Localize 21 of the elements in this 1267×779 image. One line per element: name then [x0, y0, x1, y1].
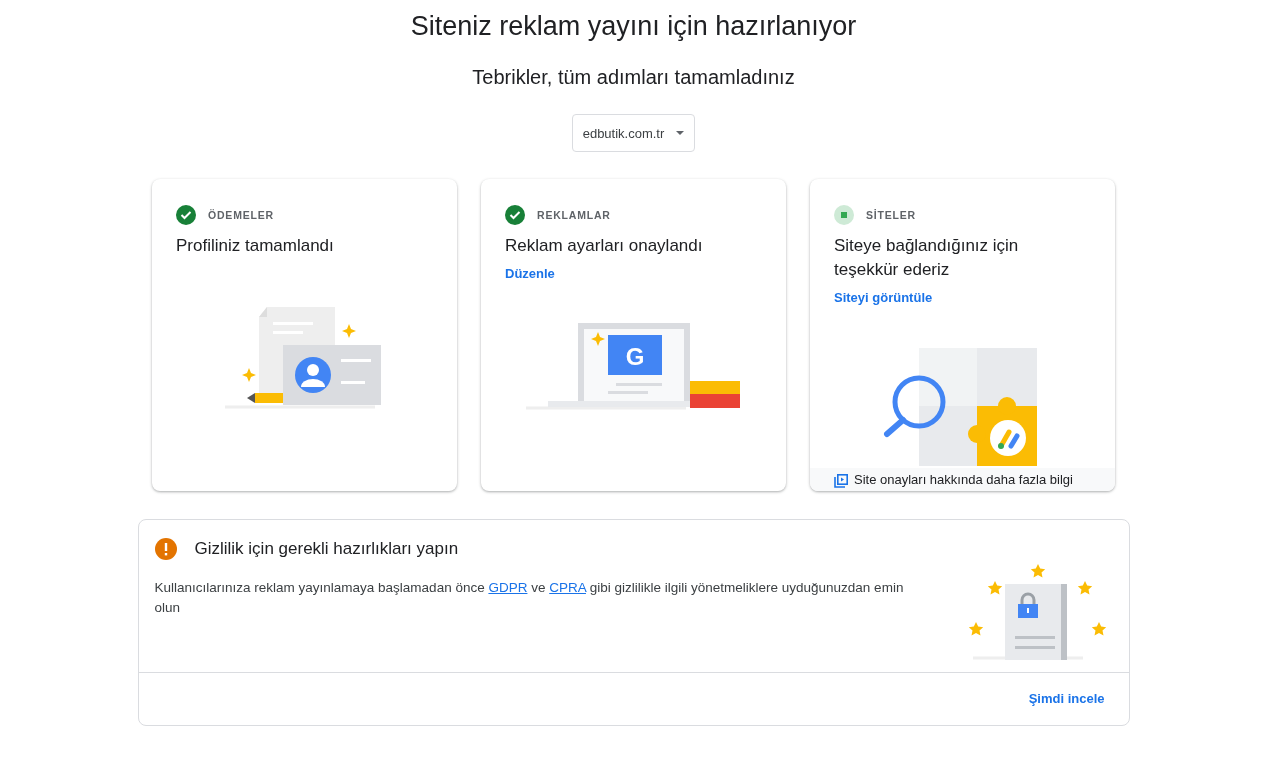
site-dropdown[interactable]: edbutik.com.tr	[571, 114, 696, 153]
review-link[interactable]: Şimdi incele	[1028, 689, 1105, 709]
regulation-link[interactable]: CPRA	[549, 579, 586, 595]
step-category: SİTELER	[866, 207, 916, 223]
step-category: ÖDEMELER	[208, 207, 274, 223]
step-heading: Profiliniz tamamlandı	[176, 235, 335, 258]
info-link[interactable]: Site onayları hakkında daha fazla bilgi	[854, 471, 1073, 489]
caret-icon	[676, 131, 685, 136]
page-title: Siteniz reklam yayını için hazırlanıyor	[409, 10, 858, 43]
step-heading: Siteye bağlandığınız için teşekkür ederiz	[834, 235, 1020, 282]
warning-icon	[154, 538, 177, 561]
step-link[interactable]: Düzenle	[505, 264, 555, 284]
step-category: REKLAMLAR	[537, 207, 611, 223]
video-icon	[834, 474, 848, 489]
page-subtitle: Tebrikler, tüm adımları tamamladınız	[471, 65, 796, 91]
privacy-heading: Gizlilik için gerekli hazırlıkları yapın	[194, 538, 459, 561]
logo-letter: G	[625, 343, 645, 371]
step-heading: Reklam ayarları onaylandı	[505, 235, 704, 258]
regulation-link[interactable]: GDPR	[488, 579, 528, 595]
step-link[interactable]: Siteyi görüntüle	[834, 288, 933, 308]
privacy-text: Kullanıcılarınıza reklam yayınlamaya başlamadan önce GDPR ve CPRA gibi gizlilikle ilgili yönetmeliklere uyduğunuzdan emin olun	[154, 578, 905, 617]
